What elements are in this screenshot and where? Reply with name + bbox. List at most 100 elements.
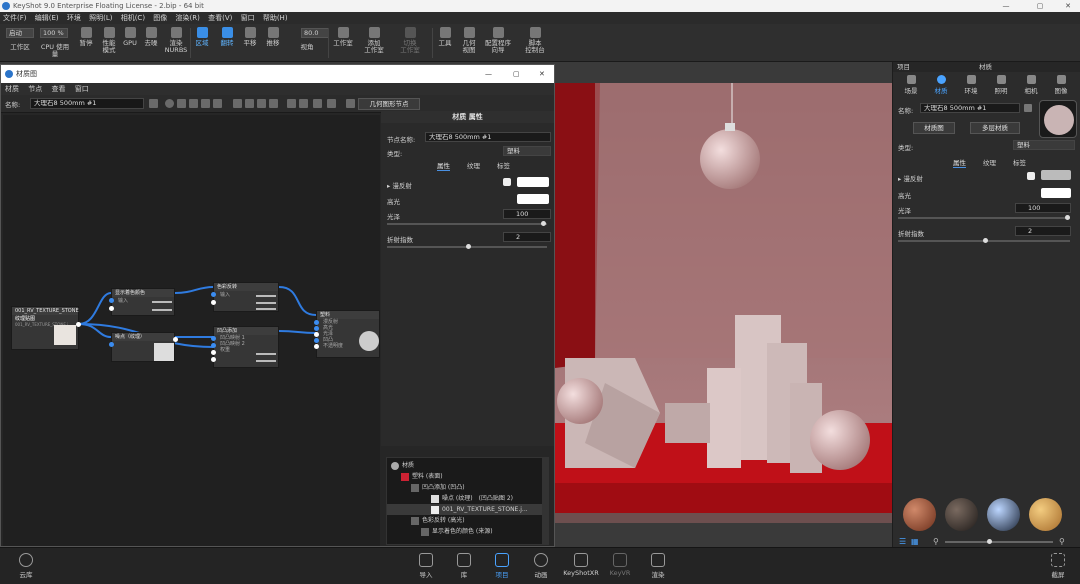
input-port[interactable] xyxy=(314,320,319,325)
specular-color-button[interactable] xyxy=(1041,188,1071,198)
menu-edit[interactable]: 编辑(E) xyxy=(32,14,62,22)
tab-lighting[interactable]: 照明 xyxy=(986,75,1016,95)
rotate-icon[interactable] xyxy=(189,99,198,108)
refresh-icon[interactable] xyxy=(201,99,210,108)
close-icon[interactable]: ✕ xyxy=(1058,0,1078,12)
gpu-button[interactable]: GPU xyxy=(121,27,139,47)
tab-texture[interactable]: 纹理 xyxy=(467,160,480,170)
tree-item[interactable]: 塑料 (表面) xyxy=(387,471,544,482)
menu-camera[interactable]: 相机(C) xyxy=(118,14,148,22)
delete-icon[interactable] xyxy=(245,99,254,108)
ior-slider-knob[interactable] xyxy=(466,244,471,249)
tab-material[interactable]: 材质 xyxy=(926,75,956,95)
texture-map-node[interactable]: 001_RV_TEXTURE_STONE 纹理贴图 001_RV_TEXTURE… xyxy=(11,306,81,350)
tree-item[interactable]: 001_RV_TEXTURE_STONE.j... xyxy=(387,504,544,515)
tree-item[interactable]: 显示着色的颜色 (来源) xyxy=(387,526,544,537)
add-studio-button[interactable]: 添加 工作室 xyxy=(362,27,386,54)
animation-button[interactable]: 动画 xyxy=(523,553,559,579)
menu-lighting[interactable]: 照明(L) xyxy=(86,14,115,22)
output-port[interactable] xyxy=(173,337,178,342)
menu-window[interactable]: 窗口 xyxy=(238,14,258,22)
multi-layer-material-button[interactable]: 多层材质 xyxy=(970,122,1020,134)
workspace-select[interactable]: 启动 xyxy=(6,28,34,38)
studio-button[interactable]: 工作室 xyxy=(332,27,354,47)
arrange-icon[interactable] xyxy=(313,99,322,108)
menu-node[interactable]: 节点 xyxy=(28,85,42,93)
tree-item[interactable]: 噪点 (纹理) (凹凸贴图 2) xyxy=(387,493,544,504)
node-graph-canvas[interactable]: 001_RV_TEXTURE_STONE 纹理贴图 001_RV_TEXTURE… xyxy=(3,115,380,546)
save-icon[interactable] xyxy=(1024,104,1032,112)
keyvr-button[interactable]: KeyVR xyxy=(602,553,638,577)
menu-view[interactable]: 查看(V) xyxy=(205,14,235,22)
tree-item[interactable]: 凹凸添加 (凹凸) xyxy=(387,482,544,493)
script-console-button[interactable]: 脚本 控制台 xyxy=(522,27,548,54)
tumble-button[interactable]: 翻转 xyxy=(217,27,237,47)
bump-add-node[interactable]: 凹凸添加 凹凸映射 1 凹凸映射 2 权重 xyxy=(211,326,279,368)
color-display-node[interactable]: 显示着色颜色 输入 xyxy=(109,288,175,316)
menu-render[interactable]: 渲染(R) xyxy=(173,14,203,22)
minimize-icon[interactable]: — xyxy=(485,65,492,83)
tree-scrollbar[interactable] xyxy=(542,458,548,544)
menu-view[interactable]: 查看 xyxy=(51,85,65,93)
material-name-input[interactable]: 大理石8 500mm #1 xyxy=(920,103,1020,113)
tree-item[interactable]: 材质 xyxy=(387,460,544,471)
cpu-usage-button[interactable]: CPU 使用量 xyxy=(38,44,72,58)
material-thumbnail[interactable] xyxy=(945,498,978,531)
menu-environment[interactable]: 环境 xyxy=(64,14,84,22)
library-button[interactable]: 库 xyxy=(446,553,482,579)
menu-help[interactable]: 帮助(H) xyxy=(260,14,291,22)
roughness-input[interactable]: 100 xyxy=(1015,203,1071,213)
roughness-slider[interactable] xyxy=(387,223,547,225)
copy-icon[interactable] xyxy=(233,99,242,108)
diffuse-color-button[interactable] xyxy=(517,177,549,187)
color-invert-node[interactable]: 色彩反转 输入 xyxy=(211,282,279,312)
square-icon[interactable] xyxy=(177,99,186,108)
material-name-input[interactable]: 大理石8 500mm #1 xyxy=(30,98,144,109)
input-port[interactable] xyxy=(211,336,216,341)
input-port[interactable] xyxy=(211,350,216,355)
material-thumbnail[interactable] xyxy=(903,498,936,531)
project-button[interactable]: 项目 xyxy=(484,553,520,579)
type-select[interactable]: 塑料 xyxy=(503,146,551,156)
pause-button[interactable]: 暂停 xyxy=(76,27,96,47)
roughness-slider-knob[interactable] xyxy=(1065,215,1070,220)
keyshotxr-button[interactable]: KeyShotXR xyxy=(563,553,599,577)
import-button[interactable]: 导入 xyxy=(408,553,444,579)
maximize-icon[interactable]: ▢ xyxy=(513,65,520,83)
pan-button[interactable]: 平移 xyxy=(240,27,260,47)
menu-window[interactable]: 窗口 xyxy=(75,85,89,93)
tab-label[interactable]: 标签 xyxy=(1013,157,1026,167)
roughness-input[interactable]: 100 xyxy=(503,209,551,219)
node-name-input[interactable]: 大理石8 500mm #1 xyxy=(425,132,551,142)
roughness-slider-knob[interactable] xyxy=(541,221,546,226)
input-port[interactable] xyxy=(211,357,216,362)
zoom-out-icon[interactable]: ⚲ xyxy=(933,537,939,546)
tree-item[interactable]: 色彩反转 (高光) xyxy=(387,515,544,526)
fit-icon[interactable] xyxy=(327,99,336,108)
tab-label[interactable]: 标签 xyxy=(497,160,510,170)
sphere-icon[interactable] xyxy=(165,99,174,108)
tools-button[interactable]: 工具 xyxy=(436,27,454,47)
tab-environment[interactable]: 环境 xyxy=(956,75,986,95)
geometry-view-button[interactable]: 几何 视图 xyxy=(458,27,480,54)
performance-mode-button[interactable]: 性能 模式 xyxy=(98,27,120,54)
workspace-button[interactable]: 工作区 xyxy=(6,44,34,51)
material-thumbnail[interactable] xyxy=(1029,498,1062,531)
save-icon[interactable] xyxy=(149,99,158,108)
geometry-node-button[interactable]: 几何图形节点 xyxy=(358,98,420,110)
dolly-button[interactable]: 推移 xyxy=(263,27,283,47)
roughness-slider[interactable] xyxy=(898,217,1070,219)
input-port[interactable] xyxy=(314,338,319,343)
specular-color-button[interactable] xyxy=(517,194,549,204)
maximize-icon[interactable]: ▢ xyxy=(1030,0,1050,12)
link-icon[interactable] xyxy=(213,99,222,108)
list-view-icon[interactable]: ☰ xyxy=(899,537,906,546)
input-port[interactable] xyxy=(109,306,114,311)
fov-input[interactable]: 80.0 xyxy=(301,28,329,38)
region-button[interactable]: 区域 xyxy=(192,27,212,47)
input-port[interactable] xyxy=(211,292,216,297)
tab-properties[interactable]: 属性 xyxy=(953,157,966,168)
menu-image[interactable]: 图像 xyxy=(150,14,170,22)
input-port[interactable] xyxy=(211,343,216,348)
render-image[interactable] xyxy=(555,83,892,523)
